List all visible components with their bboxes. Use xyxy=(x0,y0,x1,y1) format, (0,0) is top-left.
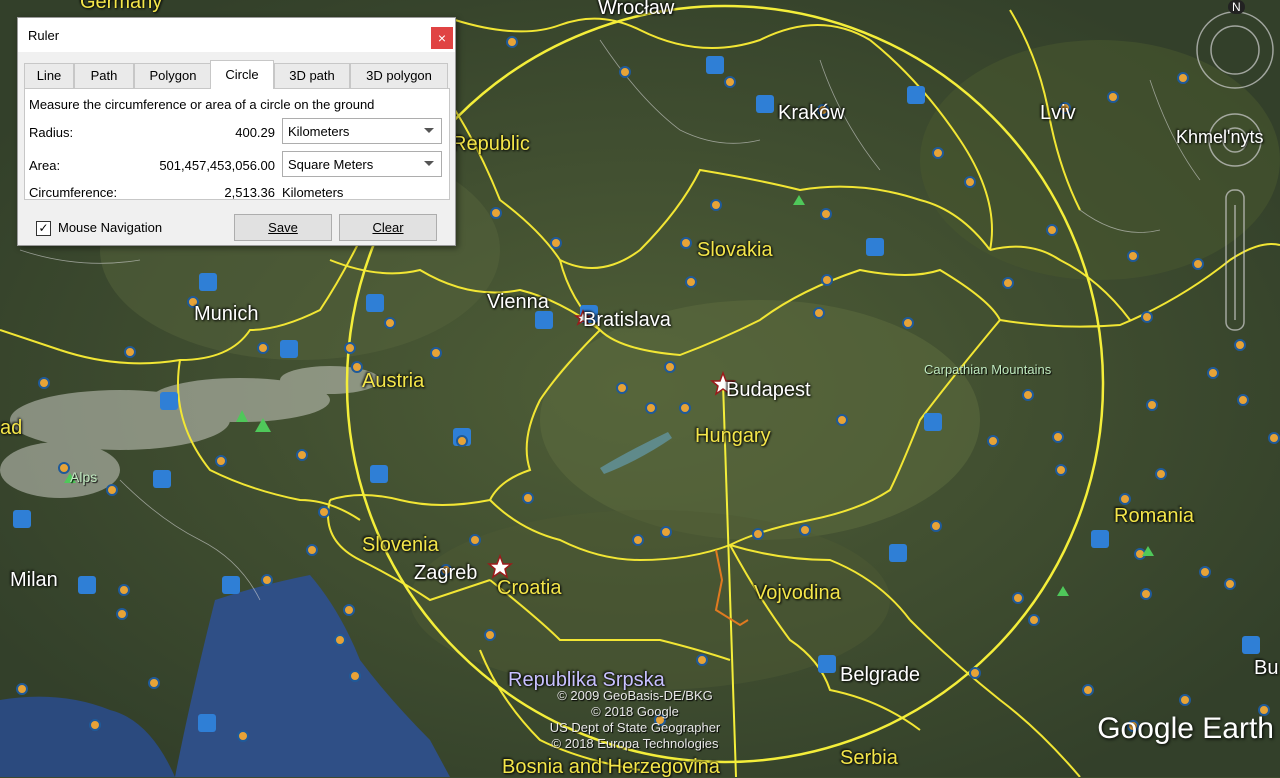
compass-north-label[interactable]: N xyxy=(1228,0,1245,14)
label-romania: Romania xyxy=(1114,505,1195,527)
label-slovakia: Slovakia xyxy=(697,239,773,261)
clear-button-label: Clear xyxy=(372,220,404,235)
label-khmelnyts: Khmel'nyts xyxy=(1176,127,1264,147)
save-button-label: Save xyxy=(268,220,298,235)
label-slovenia: Slovenia xyxy=(362,534,439,556)
circumference-label: Circumference: xyxy=(29,185,118,200)
label-budapest: Budapest xyxy=(726,379,811,401)
area-value: 501,457,453,056.00 xyxy=(159,158,275,173)
circle-panel: Measure the circumference or area of a c… xyxy=(24,88,450,200)
circumference-value: 2,513.36 xyxy=(224,185,275,200)
chevron-down-icon xyxy=(424,161,434,166)
tab-polygon[interactable]: Polygon xyxy=(134,63,212,88)
tab-circle[interactable]: Circle xyxy=(210,60,274,89)
label-krakow: Kraków xyxy=(778,102,845,124)
credit-line: © 2018 Google xyxy=(591,704,679,719)
label-hungary: Hungary xyxy=(695,425,771,447)
ruler-tabs: Line Path Polygon Circle 3D path 3D poly… xyxy=(24,60,448,89)
radius-unit-select[interactable]: Kilometers xyxy=(282,118,442,144)
credit-line: US Dept of State Geographer xyxy=(549,720,721,735)
label-milan: Milan xyxy=(10,569,58,591)
label-vojvodina: Vojvodina xyxy=(754,582,841,604)
credit-line: © 2009 GeoBasis-DE/BKG xyxy=(557,688,713,703)
mouse-navigation-label: Mouse Navigation xyxy=(58,220,163,235)
label-munich: Munich xyxy=(194,303,259,325)
label-croatia: Croatia xyxy=(497,577,562,599)
label-bu: Bu xyxy=(1254,657,1279,679)
credit-line: © 2018 Europa Technologies xyxy=(551,736,719,751)
label-austria: Austria xyxy=(362,370,425,392)
ruler-dialog: Ruler × Line Path Polygon Circle 3D path… xyxy=(17,17,456,246)
label-alps: Alps xyxy=(70,469,98,485)
tab-line[interactable]: Line xyxy=(24,63,74,88)
radius-value: 400.29 xyxy=(235,125,275,140)
tab-3d-polygon[interactable]: 3D polygon xyxy=(350,63,448,88)
label-serbia: Serbia xyxy=(840,747,898,769)
map-credits: © 2009 GeoBasis-DE/BKG © 2018 Google US … xyxy=(520,688,750,752)
radius-label: Radius: xyxy=(29,125,74,140)
circumference-unit: Kilometers xyxy=(282,185,344,200)
label-germany: Germany xyxy=(80,0,163,13)
label-ad: ad xyxy=(0,417,23,439)
dialog-title: Ruler xyxy=(28,28,60,43)
clear-button[interactable]: Clear xyxy=(339,214,437,241)
tab-path[interactable]: Path xyxy=(74,63,134,88)
google-earth-logo: Google Earth xyxy=(1097,712,1274,745)
tab-3d-path[interactable]: 3D path xyxy=(274,63,350,88)
radius-unit-value: Kilometers xyxy=(288,124,350,139)
label-bratislava: Bratislava xyxy=(583,309,671,331)
label-wroclaw: Wrocław xyxy=(598,0,675,19)
dialog-titlebar[interactable]: Ruler × xyxy=(18,18,455,52)
label-belgrade: Belgrade xyxy=(840,664,921,686)
chevron-down-icon xyxy=(424,128,434,133)
label-zagreb: Zagreb xyxy=(414,562,478,584)
panel-description: Measure the circumference or area of a c… xyxy=(29,97,375,112)
area-label: Area: xyxy=(29,158,61,173)
save-button[interactable]: Save xyxy=(234,214,332,241)
label-vienna: Vienna xyxy=(487,291,549,313)
area-unit-value: Square Meters xyxy=(288,157,374,172)
label-carpathian: Carpathian Mountains xyxy=(924,362,1052,377)
label-republika-srpska: Republika Srpska xyxy=(508,669,665,691)
mouse-navigation-checkbox[interactable]: ✓ xyxy=(36,221,51,236)
close-icon[interactable]: × xyxy=(431,27,453,49)
label-bosnia: Bosnia and Herzegovina xyxy=(502,756,720,778)
label-lviv: Lviv xyxy=(1040,102,1076,124)
area-unit-select[interactable]: Square Meters xyxy=(282,151,442,177)
label-republic: Republic xyxy=(452,133,530,155)
